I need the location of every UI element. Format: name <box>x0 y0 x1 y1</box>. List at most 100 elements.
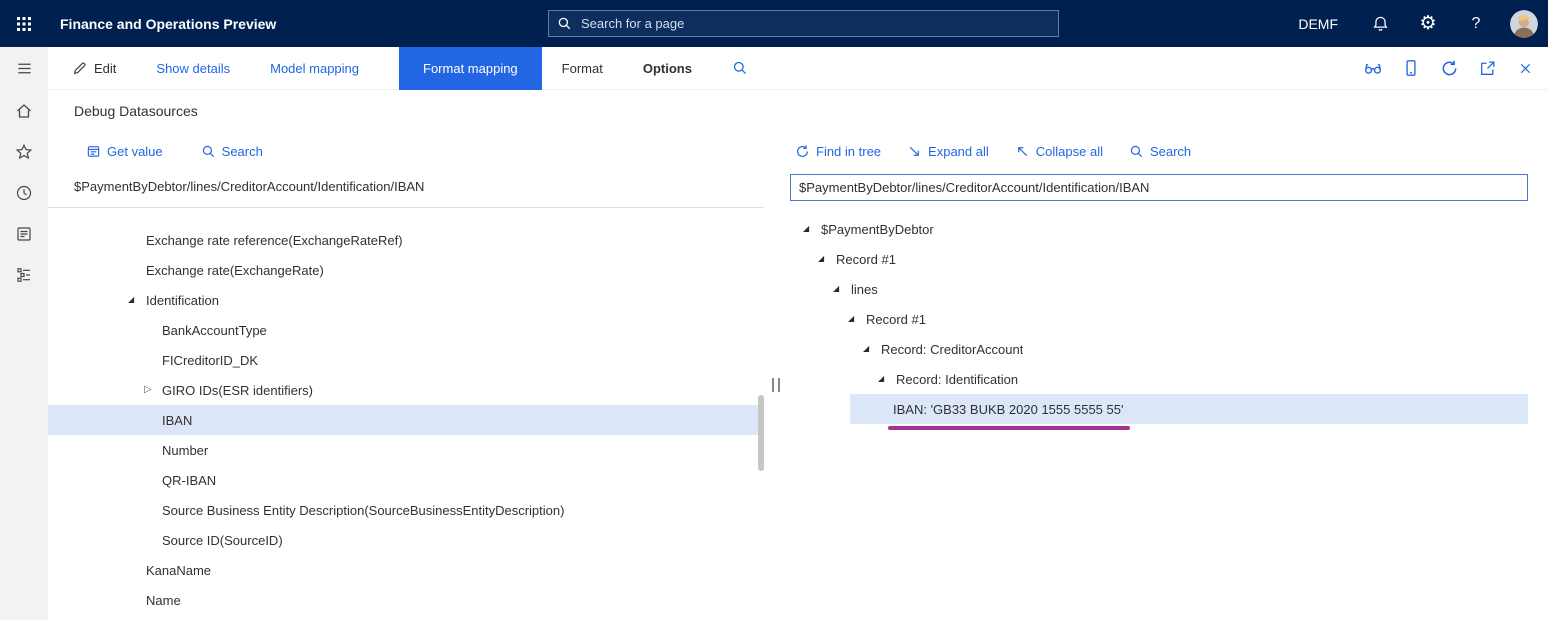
expand-node-icon[interactable]: ▷ <box>144 385 162 395</box>
datasources-search-button[interactable]: Search <box>201 144 263 159</box>
data-tree-node[interactable]: ◢lines <box>790 274 1528 304</box>
tree-item-label: lines <box>851 282 878 297</box>
tree-item-label: KanaName <box>146 563 211 578</box>
refresh-icon <box>1440 59 1459 78</box>
collapse-node-icon[interactable]: ◢ <box>863 345 881 353</box>
expand-all-button[interactable]: Expand all <box>907 144 989 159</box>
close-button[interactable] <box>1514 57 1536 79</box>
bell-icon <box>1372 15 1389 32</box>
page-search-box[interactable] <box>548 10 1059 37</box>
format-mapping-label: Format mapping <box>423 61 518 76</box>
expand-all-icon <box>907 144 922 159</box>
data-tree: ◢$PaymentByDebtor◢Record #1◢lines◢Record… <box>790 214 1528 424</box>
tree-item-label: Exchange rate(ExchangeRate) <box>146 263 324 278</box>
selected-datasource-path[interactable]: $PaymentByDebtor/lines/CreditorAccount/I… <box>48 179 764 208</box>
sidebar-item-favorites[interactable] <box>0 131 48 172</box>
refresh-button[interactable] <box>1438 57 1460 79</box>
tree-item-label: Identification <box>146 293 219 308</box>
data-tree-search-button[interactable]: Search <box>1129 144 1191 159</box>
company-selector[interactable]: DEMF <box>1286 16 1356 32</box>
action-bar: Edit Show details Model mapping Format m… <box>48 47 1548 90</box>
data-tree-node[interactable]: IBAN: 'GB33 BUKB 2020 1555 5555 55' <box>850 394 1528 424</box>
tree-item-label: Source Business Entity Description(Sourc… <box>162 503 564 518</box>
tab-format[interactable]: Format <box>562 61 603 76</box>
tree-item-label: IBAN: 'GB33 BUKB 2020 1555 5555 55' <box>893 402 1123 417</box>
collapse-node-icon[interactable]: ◢ <box>818 255 836 263</box>
collapse-node-icon[interactable]: ◢ <box>833 285 851 293</box>
datasource-tree-item[interactable]: FICreditorID_DK <box>48 345 758 375</box>
companion-device-button[interactable] <box>1400 57 1422 79</box>
preview-glasses-button[interactable] <box>1362 57 1384 79</box>
datasource-tree-item[interactable]: QR-IBAN <box>48 465 758 495</box>
notifications-button[interactable] <box>1356 0 1404 47</box>
expand-all-label: Expand all <box>928 144 989 159</box>
tab-format-mapping[interactable]: Format mapping <box>399 47 542 90</box>
data-tree-node[interactable]: ◢Record #1 <box>790 304 1528 334</box>
model-mapping-label: Model mapping <box>270 61 359 76</box>
datasources-tree: Exchange rate reference(ExchangeRateRef)… <box>74 208 764 615</box>
page-search-input[interactable] <box>579 15 1050 32</box>
collapse-all-button[interactable]: Collapse all <box>1015 144 1103 159</box>
tree-path-input[interactable] <box>790 174 1528 201</box>
waffle-icon <box>16 16 32 32</box>
pane-splitter[interactable] <box>764 140 790 620</box>
data-tree-node[interactable]: ◢Record #1 <box>790 244 1528 274</box>
tree-item-label: Record #1 <box>836 252 896 267</box>
tree-item-label: $PaymentByDebtor <box>821 222 934 237</box>
get-value-button[interactable]: Get value <box>86 144 163 159</box>
close-icon <box>1517 60 1534 77</box>
collapse-all-icon <box>1015 144 1030 159</box>
datasource-tree-item[interactable]: BankAccountType <box>48 315 758 345</box>
datasource-tree-item[interactable]: Source ID(SourceID) <box>48 525 758 555</box>
search-icon <box>201 144 216 159</box>
datasource-tree-item[interactable]: IBAN <box>48 405 758 435</box>
star-icon <box>15 143 33 161</box>
find-in-tree-button[interactable]: Find in tree <box>795 144 881 159</box>
search-icon <box>557 16 579 31</box>
datasources-toolbar: Get value Search <box>74 140 764 162</box>
show-details-label: Show details <box>156 61 230 76</box>
collapse-node-icon[interactable]: ◢ <box>128 296 146 304</box>
tab-options[interactable]: Options <box>643 61 692 76</box>
show-details-button[interactable]: Show details <box>156 61 230 76</box>
collapse-node-icon[interactable]: ◢ <box>803 225 821 233</box>
tree-item-label: FICreditorID_DK <box>162 353 258 368</box>
sidebar-item-recent[interactable] <box>0 172 48 213</box>
datasource-tree-item[interactable]: Number <box>48 435 758 465</box>
settings-button[interactable]: ⚙ <box>1404 0 1452 47</box>
data-tree-node[interactable]: ◢Record: CreditorAccount <box>790 334 1528 364</box>
model-mapping-button[interactable]: Model mapping <box>270 61 359 76</box>
help-icon: ? <box>1472 15 1481 33</box>
sidebar-item-forms[interactable] <box>0 213 48 254</box>
datasource-tree-item[interactable]: ▷GIRO IDs(ESR identifiers) <box>48 375 758 405</box>
datasource-tree-item[interactable]: ◢Identification <box>48 285 758 315</box>
collapse-node-icon[interactable]: ◢ <box>878 375 896 383</box>
actionbar-search-button[interactable] <box>732 60 748 76</box>
datasource-tree-item[interactable]: KanaName <box>48 555 758 585</box>
datasource-tree-item[interactable]: Exchange rate reference(ExchangeRateRef) <box>48 225 758 255</box>
data-tree-node[interactable]: ◢$PaymentByDebtor <box>790 214 1528 244</box>
sidebar-item-workspaces[interactable] <box>0 254 48 295</box>
datasource-tree-item[interactable]: Name <box>48 585 758 615</box>
annotation-underline <box>888 426 1130 430</box>
data-tree-node[interactable]: ◢Record: Identification <box>790 364 1528 394</box>
datasources-pane: Get value Search $PaymentByDebtor/lines/… <box>74 140 764 620</box>
edit-label: Edit <box>94 61 116 76</box>
edit-button[interactable]: Edit <box>72 61 116 76</box>
account-button[interactable] <box>1500 0 1548 47</box>
datasource-tree-item[interactable]: Source Business Entity Description(Sourc… <box>48 495 758 525</box>
collapse-node-icon[interactable]: ◢ <box>848 315 866 323</box>
datasource-tree-item[interactable]: Exchange rate(ExchangeRate) <box>48 255 758 285</box>
format-label: Format <box>562 61 603 76</box>
app-title[interactable]: Finance and Operations Preview <box>60 16 276 32</box>
tree-item-label: Name <box>146 593 181 608</box>
open-in-new-window-button[interactable] <box>1476 57 1498 79</box>
sidebar-item-home[interactable] <box>0 90 48 131</box>
waffle-menu-button[interactable] <box>0 0 48 47</box>
tree-item-label: Record: Identification <box>896 372 1018 387</box>
tree-item-label: Exchange rate reference(ExchangeRateRef) <box>146 233 403 248</box>
tree-item-label: QR-IBAN <box>162 473 216 488</box>
hamburger-icon <box>16 60 33 77</box>
expand-navigation-button[interactable] <box>0 47 48 90</box>
help-button[interactable]: ? <box>1452 0 1500 47</box>
